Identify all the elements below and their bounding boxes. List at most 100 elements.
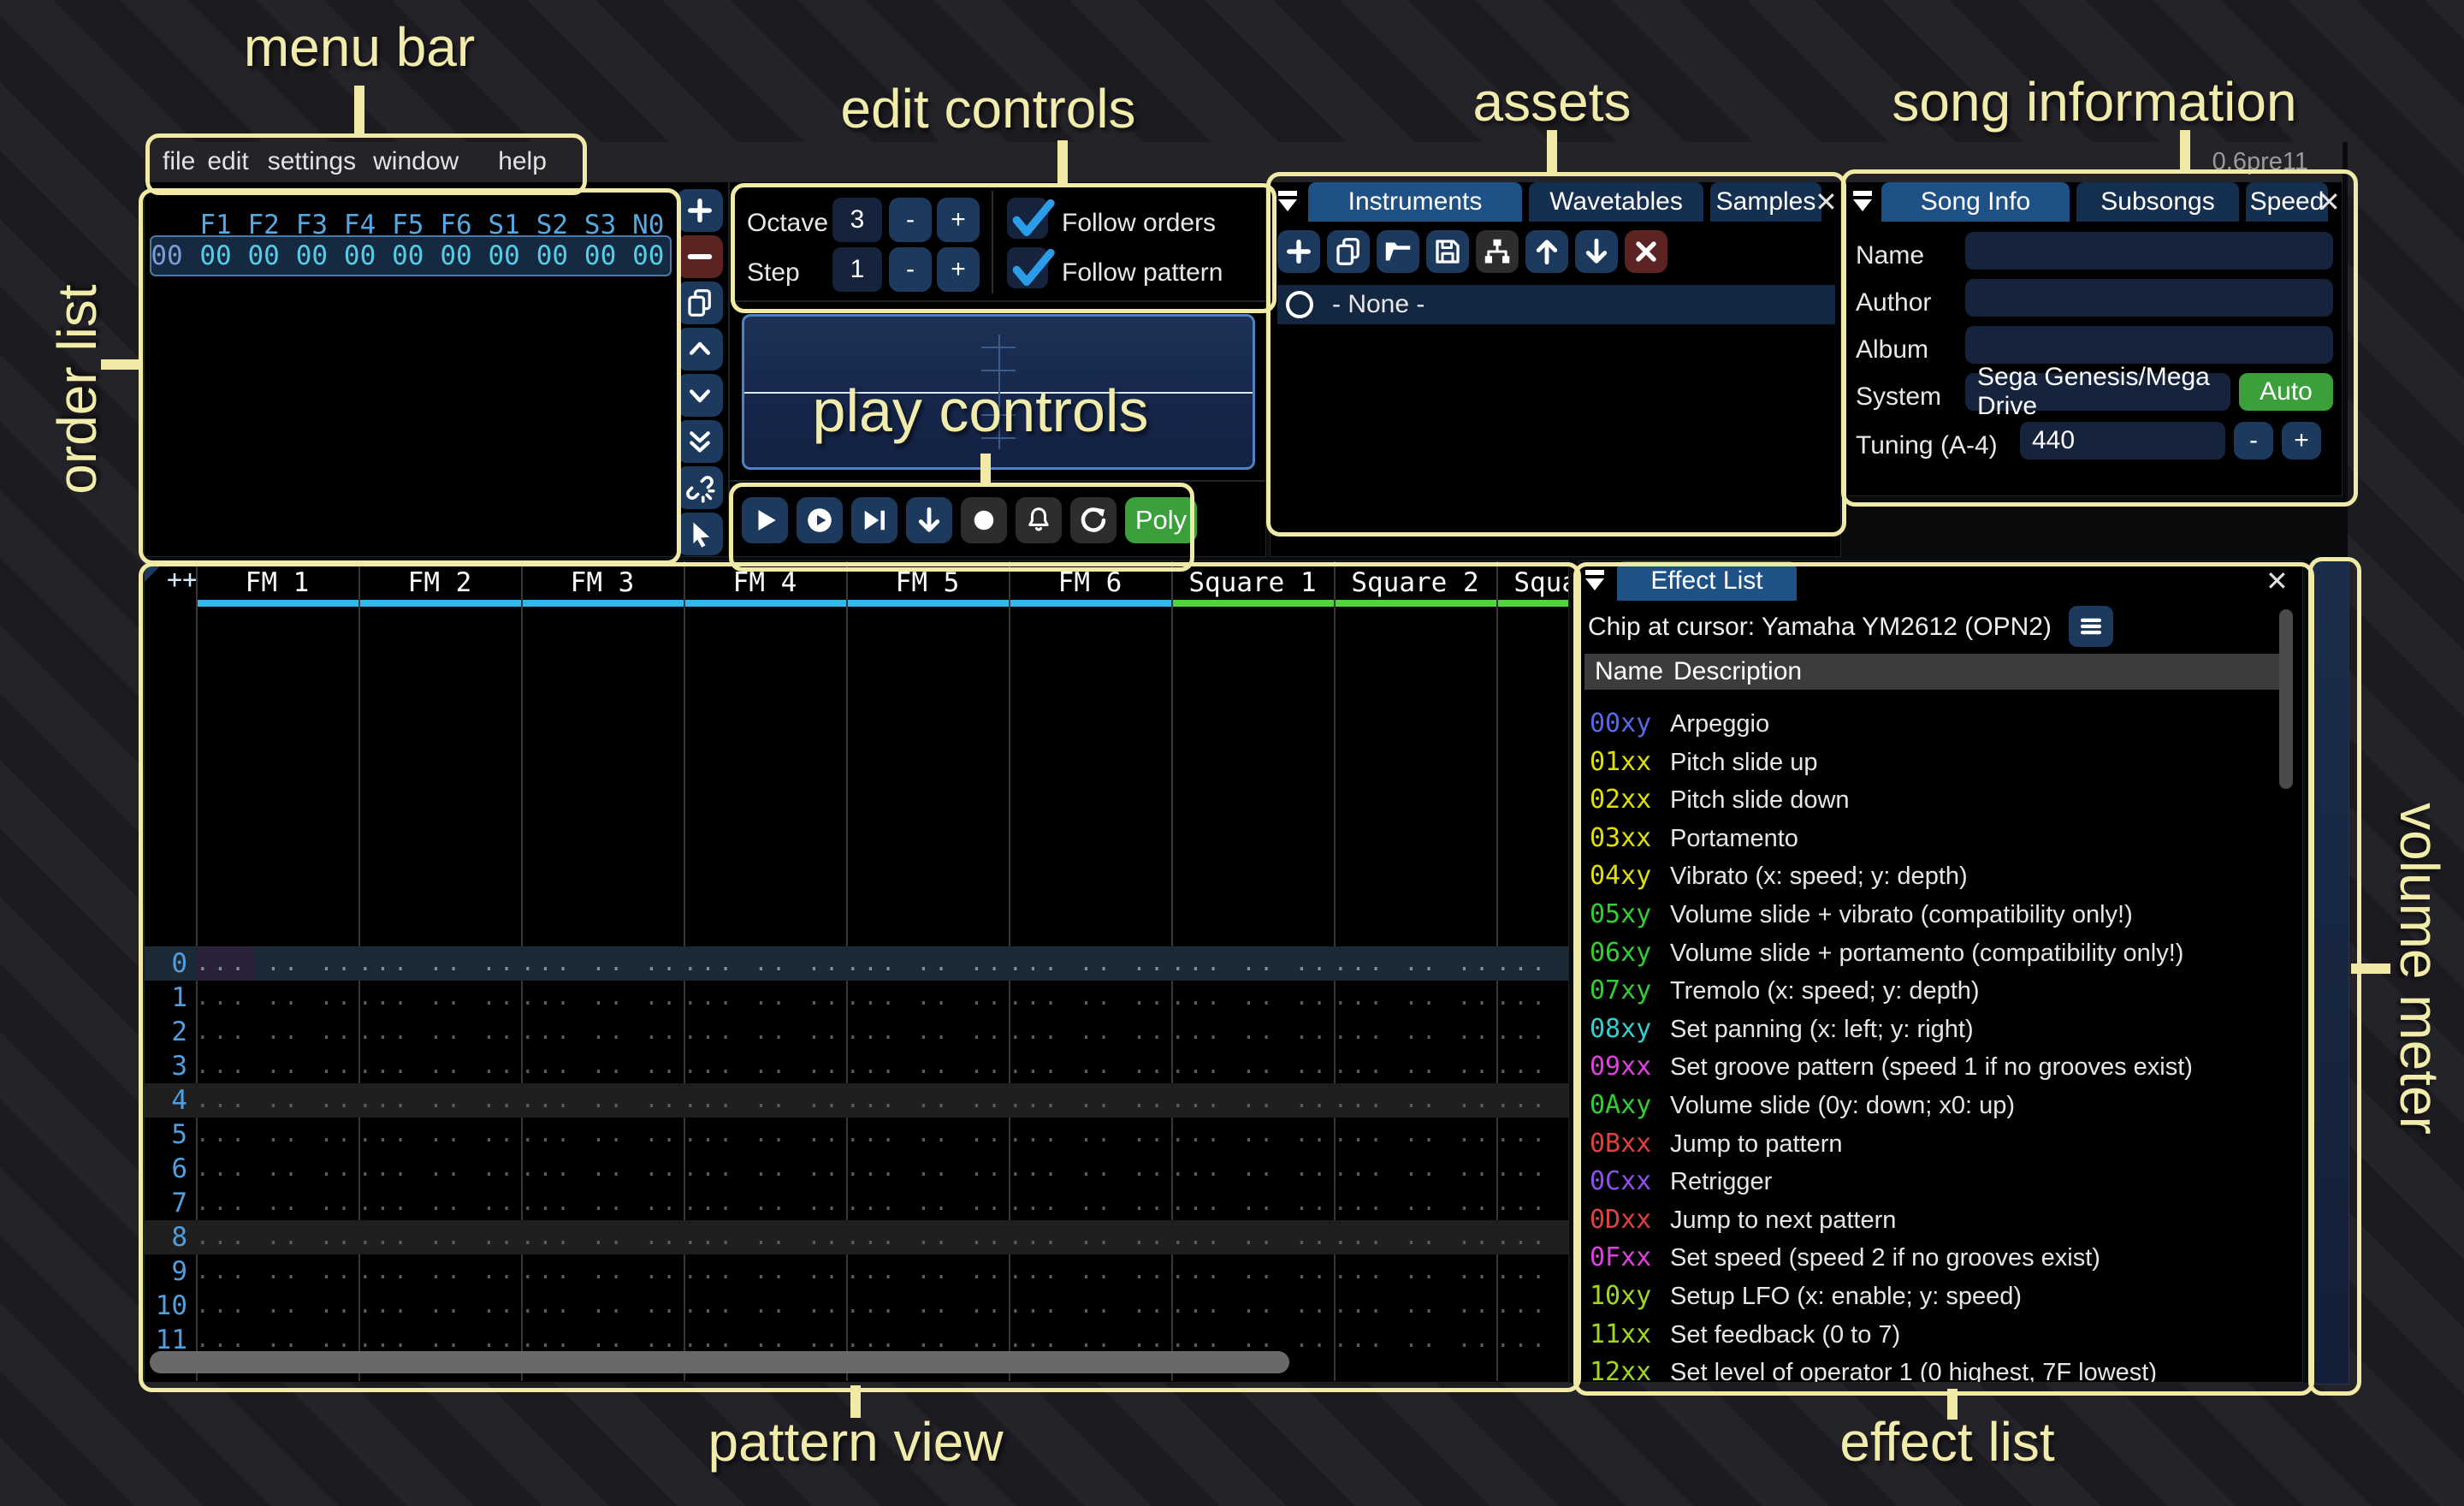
vertical-scrollbar[interactable] (2279, 609, 2293, 789)
pattern-cell[interactable]: ... .. .. .... (521, 1083, 684, 1118)
channel-header-fm-6[interactable]: FM 6 (1009, 566, 1171, 599)
pattern-cell[interactable]: ... .. .. .... (846, 1220, 1009, 1254)
order-cell[interactable]: 00 (341, 239, 380, 273)
record-button[interactable] (961, 497, 1007, 543)
pattern-cell[interactable]: ... .. .. .... (1334, 946, 1496, 981)
pattern-cell[interactable]: ... .. .. .... (1171, 1152, 1334, 1186)
channel-header-square-2[interactable]: Square 2 (1334, 566, 1496, 599)
pattern-cell[interactable]: ... .. .. .... (684, 946, 846, 981)
tab-song-info[interactable]: Song Info (1881, 182, 2070, 222)
effect-row[interactable]: 0CxxRetrigger (1579, 1163, 2298, 1201)
pattern-cell[interactable]: ... .. .. .... (358, 1049, 521, 1083)
pattern-cell[interactable]: ... .. .. .... (1334, 1186, 1496, 1220)
pattern-cell[interactable]: ... .. .. .... (1496, 1289, 1569, 1323)
effect-row[interactable]: 03xxPortamento (1579, 820, 2298, 857)
effect-list-menu-button[interactable] (2069, 606, 2113, 647)
pattern-cell[interactable]: ... .. .. .... (196, 1118, 358, 1152)
menu-item-window[interactable]: window (373, 142, 459, 181)
pattern-cell[interactable]: ... .. .. .... (196, 1254, 358, 1289)
pattern-cell[interactable]: ... .. .. .... (196, 1220, 358, 1254)
pattern-cell[interactable]: ... .. .. .... (684, 1220, 846, 1254)
pattern-cell[interactable]: ... .. .. .... (684, 1152, 846, 1186)
pattern-cell[interactable]: ... .. .. .... (358, 1118, 521, 1152)
duplicate-button[interactable] (1327, 230, 1370, 273)
tuning-minus-button[interactable]: - (2234, 422, 2273, 460)
pattern-cell[interactable]: ... .. .. .... (1496, 1083, 1569, 1118)
follow-orders-checkbox[interactable] (1007, 198, 1048, 239)
auto-system-button[interactable]: Auto (2239, 373, 2333, 411)
chevrons-down-button[interactable] (677, 420, 723, 463)
pattern-cell[interactable]: ... .. .. .... (521, 1152, 684, 1186)
effect-row[interactable]: 00xyArpeggio (1579, 705, 2298, 743)
pattern-cell[interactable]: ... .. .. .... (358, 1254, 521, 1289)
effect-row[interactable]: 0FxxSet speed (speed 2 if no grooves exi… (1579, 1239, 2298, 1277)
pattern-cell[interactable]: ... .. .. .... (1496, 1254, 1569, 1289)
pattern-cell[interactable]: ... .. .. .... (1009, 1254, 1171, 1289)
tab-speed[interactable]: Speed (2246, 182, 2328, 222)
channel-header-square-1[interactable]: Square 1 (1171, 566, 1334, 599)
effect-row[interactable]: 01xxPitch slide up (1579, 744, 2298, 781)
pattern-cell[interactable]: ... .. .. .... (684, 1083, 846, 1118)
pattern-cell[interactable]: ... .. .. .... (196, 946, 358, 981)
repeat-button[interactable] (1070, 497, 1116, 543)
pattern-cell[interactable]: ... .. .. .... (1009, 1152, 1171, 1186)
pattern-cell[interactable]: ... .. .. .... (521, 946, 684, 981)
minus-button[interactable] (677, 235, 723, 278)
pattern-cell[interactable]: ... .. .. .... (846, 1049, 1009, 1083)
effect-row[interactable]: 0BxxJump to pattern (1579, 1125, 2298, 1163)
pattern-cell[interactable]: ... .. .. .... (1171, 981, 1334, 1015)
pattern-cell[interactable]: ... .. .. .... (358, 981, 521, 1015)
channel-header-fm-2[interactable]: FM 2 (358, 566, 521, 599)
pattern-cell[interactable]: ... .. .. .... (846, 1186, 1009, 1220)
pattern-cell[interactable]: ... .. .. .... (196, 981, 358, 1015)
effect-row[interactable]: 08xySet panning (x: left; y: right) (1579, 1011, 2298, 1048)
order-cell[interactable]: 00 (484, 239, 524, 273)
pattern-cell[interactable]: ... .. .. .... (846, 1254, 1009, 1289)
pattern-cell[interactable]: ... .. .. .... (846, 981, 1009, 1015)
horizontal-scrollbar[interactable] (150, 1351, 1289, 1373)
pattern-cell[interactable]: ... .. .. .... (1496, 1049, 1569, 1083)
pattern-cell[interactable]: ... .. .. .... (1171, 1186, 1334, 1220)
follow-pattern-checkbox[interactable] (1007, 247, 1048, 288)
pattern-cell[interactable]: ... .. .. .... (196, 1186, 358, 1220)
chevron-up-button[interactable] (677, 328, 723, 371)
pattern-cell[interactable]: ... .. .. .... (1496, 981, 1569, 1015)
effect-row[interactable]: 0DxxJump to next pattern (1579, 1201, 2298, 1239)
pattern-cell[interactable]: ... .. .. .... (1496, 1118, 1569, 1152)
pattern-cell[interactable]: ... .. .. .... (1009, 1186, 1171, 1220)
pattern-cell[interactable]: ... .. .. .... (1496, 1323, 1569, 1357)
menu-item-edit[interactable]: edit (207, 142, 248, 181)
delete-button[interactable] (1625, 230, 1667, 273)
tree-view-button[interactable] (1476, 230, 1519, 273)
tab-effect-list[interactable]: Effect List (1617, 561, 1797, 601)
pattern-cell[interactable]: ... .. .. .... (1334, 1118, 1496, 1152)
order-cell[interactable]: 00 (436, 239, 476, 273)
tuning-field[interactable]: 440 (2020, 422, 2225, 460)
pattern-cell[interactable]: ... .. .. .... (684, 981, 846, 1015)
system-select[interactable]: Sega Genesis/Mega Drive (1965, 373, 2230, 411)
effect-row[interactable]: 06xyVolume slide + portamento (compatibi… (1579, 934, 2298, 972)
pattern-cell[interactable]: ... .. .. .... (1334, 981, 1496, 1015)
tab-subsongs[interactable]: Subsongs (2076, 182, 2239, 222)
pattern-cell[interactable]: ... .. .. .... (196, 1289, 358, 1323)
pattern-cell[interactable]: ... .. .. .... (358, 1152, 521, 1186)
pattern-cell[interactable]: ... .. .. .... (1009, 946, 1171, 981)
menu-item-settings[interactable]: settings (268, 142, 356, 181)
pattern-cell[interactable]: ... .. .. .... (1334, 1254, 1496, 1289)
metronome-bell-button[interactable] (1016, 497, 1062, 543)
pattern-cell[interactable]: ... .. .. .... (846, 946, 1009, 981)
pattern-cell[interactable]: ... .. .. .... (1334, 1049, 1496, 1083)
menu-item-file[interactable]: file (163, 142, 195, 181)
expand-pattern-button[interactable]: ++ (167, 565, 198, 595)
name-field[interactable] (1965, 232, 2333, 270)
pattern-cell[interactable]: ... .. .. .... (1171, 1083, 1334, 1118)
instrument-list-item[interactable]: - None - (1277, 285, 1835, 324)
order-cell[interactable]: 00 (581, 239, 620, 273)
poly-button[interactable]: Poly (1125, 497, 1197, 543)
pattern-cell[interactable]: ... .. .. .... (1334, 1323, 1496, 1357)
pattern-cell[interactable]: ... .. .. .... (1334, 1083, 1496, 1118)
pattern-cell[interactable]: ... .. .. .... (1009, 1289, 1171, 1323)
plus-button[interactable] (1277, 230, 1320, 273)
pattern-cell[interactable]: ... .. .. .... (521, 1289, 684, 1323)
pattern-cell[interactable]: ... .. .. .... (846, 1083, 1009, 1118)
